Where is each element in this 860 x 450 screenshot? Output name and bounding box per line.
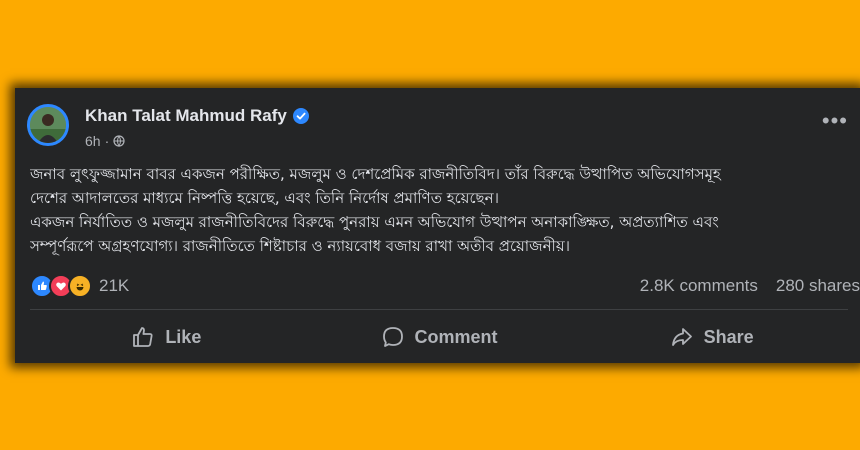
share-count-link[interactable]: 280 shares [776, 274, 860, 298]
share-label: Share [703, 326, 754, 347]
author-avatar[interactable] [27, 104, 69, 146]
author-name[interactable]: Khan Talat Mahmud Rafy [85, 106, 287, 126]
post-timestamp[interactable]: 6h [85, 133, 101, 149]
comment-bubble-icon [382, 327, 403, 347]
avatar-photo [30, 107, 66, 143]
comment-label: Comment [414, 326, 498, 347]
verified-badge-icon [292, 108, 309, 124]
like-label: Like [165, 326, 202, 347]
action-divider [30, 309, 848, 310]
haha-reaction-icon [68, 274, 92, 298]
post-action-bar: Like Comment Share [30, 314, 848, 360]
author-name-row: Khan Talat Mahmud Rafy [85, 106, 309, 126]
globe-icon [113, 135, 125, 147]
engagement-stats: 2.8K comments 280 shares [640, 274, 860, 298]
post-meta: 6h · [85, 133, 125, 149]
post-body-line: দেশের আদালতের মাধ্যমে নিষ্পত্তি হয়েছে, … [30, 189, 499, 207]
reaction-count: 21K [99, 276, 130, 295]
share-button[interactable]: Share [575, 314, 848, 360]
post-body-line: একজন নির্যাতিত ও মজলুম রাজনীতিবিদের বিরু… [30, 213, 719, 231]
post-body-line: জনাব লুৎফুজ্জামান বাবর একজন পরীক্ষিত, মজ… [30, 165, 721, 183]
more-options-icon[interactable]: ••• [822, 110, 848, 132]
facebook-post-card: Khan Talat Mahmud Rafy 6h · ••• জনাব লুৎ… [15, 88, 860, 363]
like-button[interactable]: Like [30, 314, 303, 360]
post-body-line: সম্পূর্ণরূপে অগ্রহণযোগ্য। রাজনীতিতে শিষ্… [30, 237, 571, 255]
meta-separator: · [104, 133, 110, 149]
comment-count-link[interactable]: 2.8K comments [640, 274, 758, 298]
post-body: জনাব লুৎফুজ্জামান বাবর একজন পরীক্ষিত, মজ… [30, 162, 845, 258]
thumbs-up-icon [133, 327, 153, 347]
reaction-summary[interactable]: 21K [30, 274, 129, 298]
share-arrow-icon [671, 328, 692, 346]
comment-button[interactable]: Comment [303, 314, 576, 360]
